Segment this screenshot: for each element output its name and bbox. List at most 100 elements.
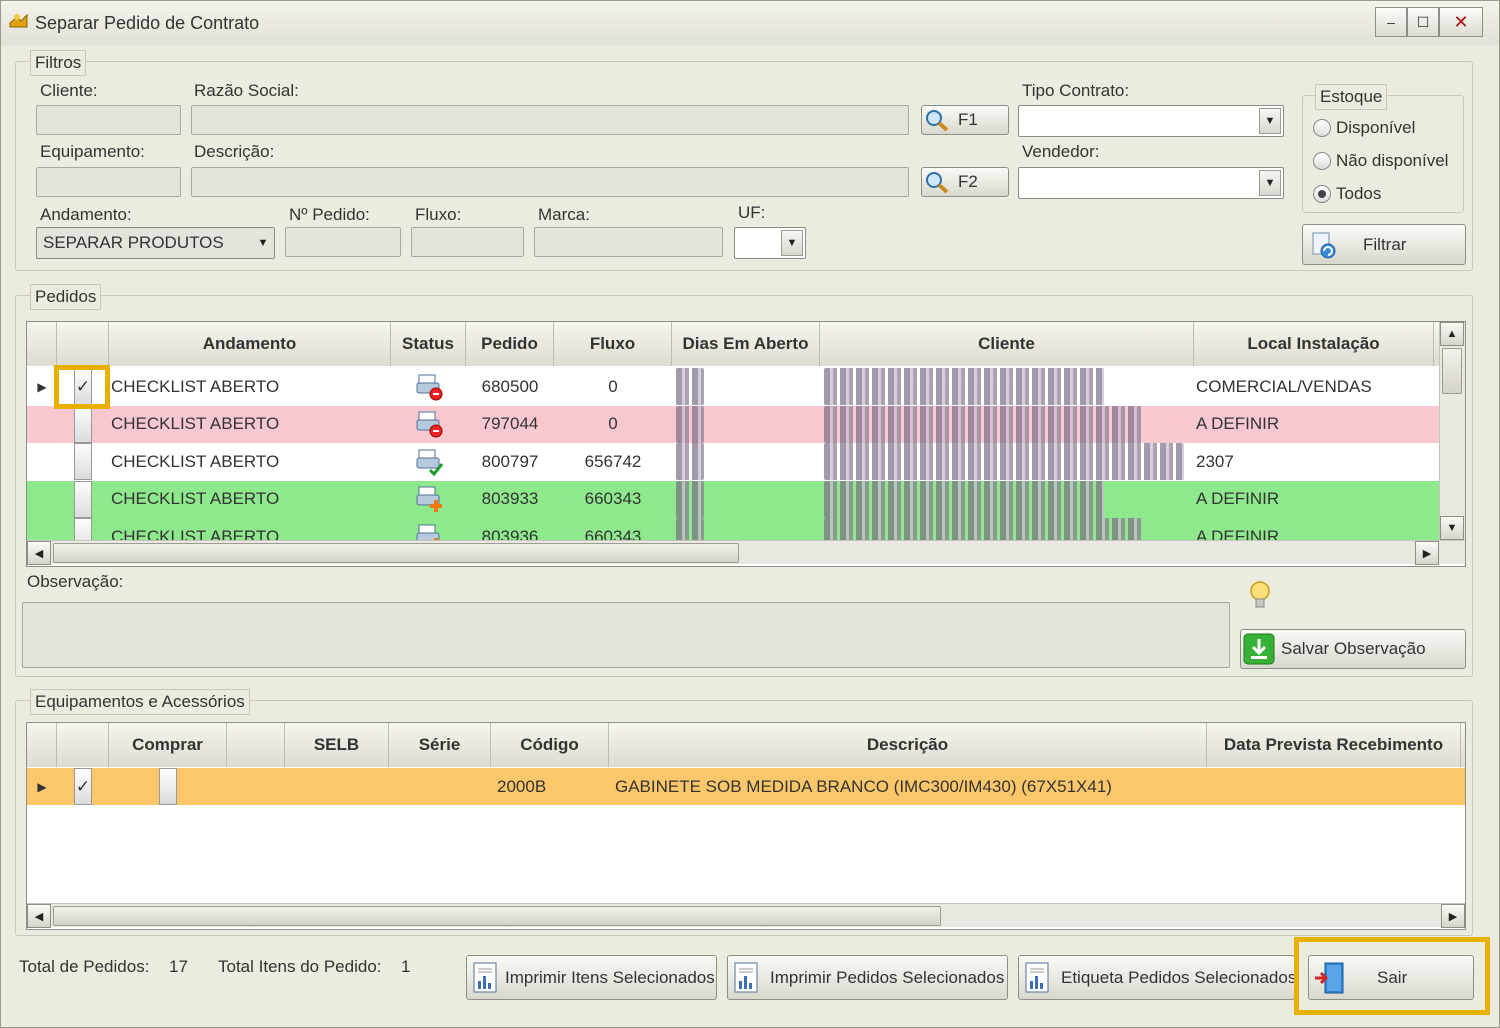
column-header-selb[interactable]: SELB	[285, 723, 389, 767]
column-header-codigo[interactable]: Código	[491, 723, 609, 767]
imprimir-pedidos-button[interactable]: Imprimir Pedidos Selecionados	[727, 955, 1008, 1000]
estoque-group: Estoque Disponível Não disponível Todos	[1302, 84, 1464, 213]
etiqueta-pedidos-button[interactable]: Etiqueta Pedidos Selecionados	[1018, 955, 1295, 1000]
pedido-row[interactable]: ▶ ✓ CHECKLIST ABERTO 680500 0 COMERCIAL/VENDA…	[27, 368, 1465, 405]
andamento-select[interactable]: SEPARAR PRODUTOS ▼	[36, 227, 275, 259]
radio-nao-disponivel[interactable]: Não disponível	[1313, 151, 1448, 171]
column-header-descricao[interactable]: Descrição	[609, 723, 1207, 767]
equipamentos-horizontal-scrollbar[interactable]: ◀ ▶	[27, 903, 1465, 928]
fluxo-cell: 656742	[584, 451, 642, 471]
comprar-cell[interactable]	[109, 768, 227, 805]
equipamentos-grid[interactable]: Comprar SELB Série Código Descrição Data…	[26, 722, 1466, 930]
checkbox-unchecked[interactable]	[74, 405, 92, 443]
scroll-right-icon[interactable]: ▶	[1415, 541, 1439, 565]
checkbox-unchecked[interactable]	[74, 480, 92, 518]
column-header-fluxo[interactable]: Fluxo	[554, 322, 672, 366]
close-button[interactable]: ✕	[1439, 7, 1483, 37]
report-chart-icon	[1025, 962, 1049, 992]
f1-search-button[interactable]: F1	[921, 105, 1009, 135]
tipo-contrato-select[interactable]: ▼	[1018, 105, 1284, 137]
printer-plus-icon	[416, 486, 442, 512]
salvar-observacao-button[interactable]: Salvar Observação	[1240, 629, 1466, 669]
fluxo-cell: 660343	[584, 489, 642, 508]
imprimir-itens-label: Imprimir Itens Selecionados	[505, 967, 715, 987]
column-header-blank[interactable]	[227, 723, 285, 767]
selb-cell	[285, 768, 389, 805]
redacted-text	[676, 480, 704, 518]
scroll-thumb[interactable]	[53, 543, 739, 563]
row-header-cell	[27, 406, 57, 443]
row-select-cell[interactable]: ✓	[57, 768, 109, 805]
column-header-data-prevista[interactable]: Data Prevista Recebimento	[1207, 723, 1461, 767]
printer-error-icon	[416, 374, 442, 400]
local-instalacao-cell: 2307	[1196, 451, 1234, 471]
dias-em-aberto-cell-redacted	[672, 480, 820, 518]
pedidos-grid[interactable]: Andamento Status Pedido Fluxo Dias Em Ab…	[26, 321, 1466, 567]
checkbox-checked[interactable]: ✓	[74, 768, 92, 805]
select-column-header[interactable]	[57, 723, 109, 767]
f2-label: F2	[958, 172, 978, 191]
redacted-text	[676, 443, 704, 480]
pedido-row[interactable]: CHECKLIST ABERTO 797044 0 A DEFINIR	[27, 405, 1465, 443]
select-column-header[interactable]	[57, 322, 109, 366]
radio-circle-icon	[1313, 152, 1331, 170]
window-title: Separar Pedido de Contrato	[35, 13, 260, 33]
razao-social-input[interactable]	[191, 105, 909, 135]
uf-select[interactable]: ▼	[734, 227, 806, 259]
column-header-serie[interactable]: Série	[389, 723, 491, 767]
equipamento-row[interactable]: ▶ ✓ 2000B GABINETE SOB MEDIDA BRANCO (IM…	[27, 768, 1465, 805]
chevron-down-icon: ▼	[257, 237, 269, 249]
pedidos-horizontal-scrollbar[interactable]: ◀ ▶	[27, 540, 1465, 565]
column-header-local-instalacao[interactable]: Local Instalação	[1194, 322, 1434, 366]
row-select-cell[interactable]	[57, 480, 109, 518]
maximize-button[interactable]: ☐	[1407, 7, 1439, 37]
imprimir-itens-button[interactable]: Imprimir Itens Selecionados	[466, 955, 717, 1000]
scroll-down-icon[interactable]: ▼	[1440, 516, 1464, 540]
scroll-right-icon[interactable]: ▶	[1441, 904, 1465, 928]
marca-input[interactable]	[534, 227, 723, 257]
numero-pedido-input[interactable]	[285, 227, 401, 257]
column-header-status[interactable]: Status	[391, 322, 466, 366]
observacao-textarea[interactable]	[22, 602, 1230, 668]
f2-search-button[interactable]: F2	[921, 167, 1009, 197]
redacted-text	[824, 443, 1184, 480]
minimize-button[interactable]: ‒	[1375, 7, 1407, 37]
filtrar-label: Filtrar	[1363, 234, 1407, 254]
checkbox-unchecked[interactable]	[159, 768, 177, 805]
pedido-row[interactable]: CHECKLIST ABERTO 803933 660343 A DEFINIR	[27, 480, 1465, 518]
sair-highlight-annotation	[1294, 937, 1490, 1015]
column-header-pedido[interactable]: Pedido	[466, 322, 554, 366]
row-select-cell[interactable]	[57, 405, 109, 443]
descricao-input[interactable]	[191, 167, 909, 197]
scroll-left-icon[interactable]: ◀	[27, 904, 51, 928]
vendedor-select[interactable]: ▼	[1018, 167, 1284, 199]
cliente-cell-redacted	[820, 405, 1194, 443]
cliente-label: Cliente:	[40, 81, 98, 100]
pedidos-vertical-scrollbar[interactable]: ▲ ▼	[1439, 322, 1465, 540]
filtrar-button[interactable]: Filtrar	[1302, 224, 1466, 265]
fluxo-input[interactable]	[411, 227, 524, 257]
column-header-dias-em-aberto[interactable]: Dias Em Aberto	[672, 322, 820, 366]
cliente-cell-redacted	[820, 443, 1194, 480]
scroll-up-icon[interactable]: ▲	[1440, 322, 1464, 346]
column-header-cliente[interactable]: Cliente	[820, 322, 1194, 366]
pedido-row[interactable]: CHECKLIST ABERTO 800797 656742 2307	[27, 443, 1465, 480]
status-cell	[391, 481, 466, 518]
column-header-andamento[interactable]: Andamento	[109, 322, 391, 366]
scroll-left-icon[interactable]: ◀	[27, 541, 51, 565]
equipamento-input[interactable]	[36, 167, 181, 197]
row-header-cell	[27, 723, 57, 767]
printer-check-icon	[416, 449, 443, 476]
radio-disponivel[interactable]: Disponível	[1313, 118, 1415, 138]
filtros-legend: Filtros	[30, 50, 87, 76]
checkbox-unchecked[interactable]	[74, 443, 92, 480]
column-header-comprar[interactable]: Comprar	[109, 723, 227, 767]
radio-todos[interactable]: Todos	[1313, 184, 1381, 204]
row-select-cell[interactable]	[57, 443, 109, 480]
printer-error-icon	[416, 411, 442, 438]
refresh-document-icon	[1312, 232, 1336, 258]
scroll-thumb[interactable]	[53, 906, 941, 926]
numero-pedido-label: Nº Pedido:	[289, 205, 370, 224]
scroll-thumb[interactable]	[1442, 348, 1462, 394]
cliente-input[interactable]	[36, 105, 181, 135]
